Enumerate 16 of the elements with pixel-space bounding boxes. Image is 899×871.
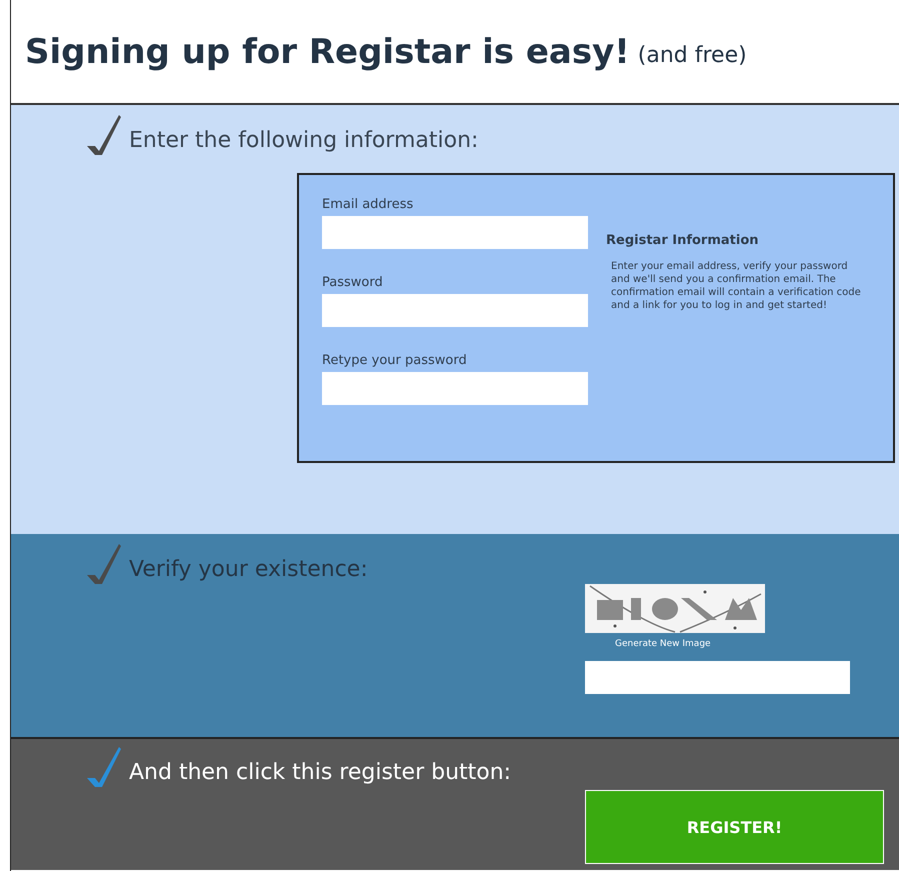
step-heading: Verify your existence: [129,557,368,584]
info-title: Registar Information [606,233,760,248]
captcha-input-field[interactable] [585,661,850,694]
input-field[interactable] [322,294,588,327]
field-label: Retype your password [322,353,468,368]
field-label: Password [322,275,384,290]
input-field[interactable] [322,216,588,249]
page-title: Signing up for Registar is easy! [25,32,630,72]
generate-image-link[interactable]: Generate New Image [615,639,850,649]
step-heading: Enter the following information: [129,128,478,155]
field-label: Email address [322,197,414,212]
page-subtitle: (and free) [638,43,747,68]
info-text: Enter your email address, verify your password and we'll send you a confirmation email. The confirmation email will contain a verification code and a link for you to log in and get started! [611,260,862,312]
step-heading: And then click this register button: [129,760,512,787]
register-button[interactable]: REGISTER! [585,790,884,864]
input-field[interactable] [322,372,588,405]
